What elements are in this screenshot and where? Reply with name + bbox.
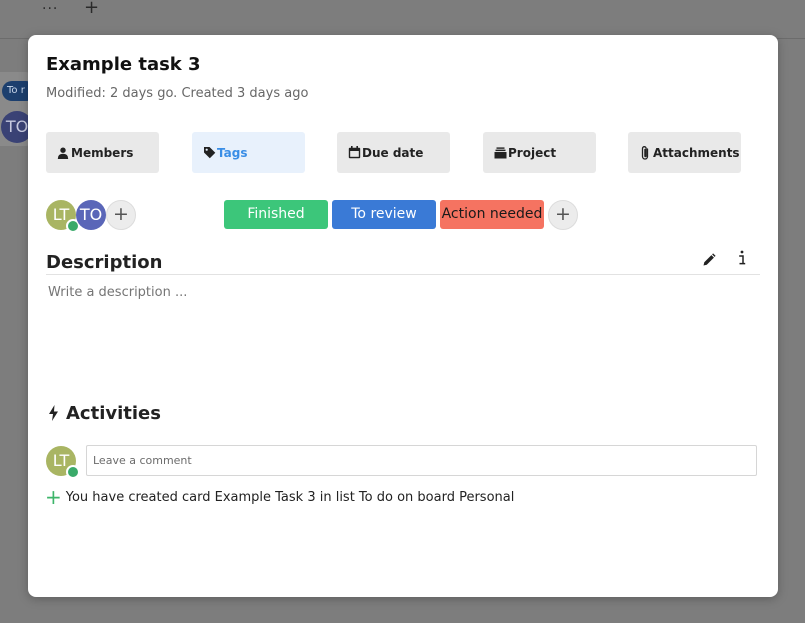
member-avatar-to[interactable]: TO [76, 200, 106, 230]
description-editor[interactable]: Write a description ... [48, 285, 187, 300]
tag-finished[interactable]: Finished [224, 200, 328, 229]
tag-to-review[interactable]: To review [332, 200, 436, 229]
description-heading: Description [46, 252, 163, 273]
task-meta: Modified: 2 days go. Created 3 days ago [46, 86, 309, 101]
plus-icon: + [45, 485, 62, 509]
attachments-button[interactable]: Attachments [628, 132, 741, 173]
activities-heading: Activities [66, 403, 161, 424]
add-member-button[interactable]: + [106, 200, 136, 230]
add-list-icon[interactable]: + [84, 0, 99, 20]
task-detail-modal: Example task 3 Modified: 2 days go. Crea… [28, 35, 778, 597]
pencil-icon[interactable] [702, 252, 718, 268]
more-options-icon[interactable]: ··· [42, 0, 58, 18]
bolt-icon [48, 405, 60, 421]
due-date-button-label: Due date [362, 145, 424, 160]
tags-button[interactable]: Tags [192, 132, 305, 173]
tag-icon [202, 146, 216, 160]
attachments-button-label: Attachments [653, 145, 740, 160]
activity-entry: + You have created card Example Task 3 i… [45, 485, 515, 509]
info-icon[interactable] [736, 249, 752, 269]
task-title[interactable]: Example task 3 [46, 54, 201, 75]
add-tag-button[interactable]: + [548, 200, 578, 230]
tag-action-needed[interactable]: Action needed [440, 200, 544, 229]
background-toolbar [0, 0, 805, 39]
member-avatar-lt[interactable]: LT [46, 200, 80, 233]
activity-entry-text: You have created card Example Task 3 in … [65, 489, 515, 505]
due-date-button[interactable]: Due date [337, 132, 450, 173]
comment-input[interactable] [86, 445, 757, 476]
person-icon [56, 146, 70, 160]
current-user-avatar: LT [46, 446, 80, 479]
online-status-indicator [66, 465, 80, 479]
member-avatar-initials: TO [79, 205, 103, 224]
description-divider [46, 274, 760, 275]
project-icon [493, 146, 507, 160]
paperclip-icon [638, 145, 652, 160]
members-button[interactable]: Members [46, 132, 159, 173]
tags-button-label: Tags [217, 145, 248, 160]
members-button-label: Members [71, 145, 134, 160]
project-button-label: Project [508, 145, 557, 160]
project-button[interactable]: Project [483, 132, 596, 173]
calendar-icon [347, 146, 361, 160]
